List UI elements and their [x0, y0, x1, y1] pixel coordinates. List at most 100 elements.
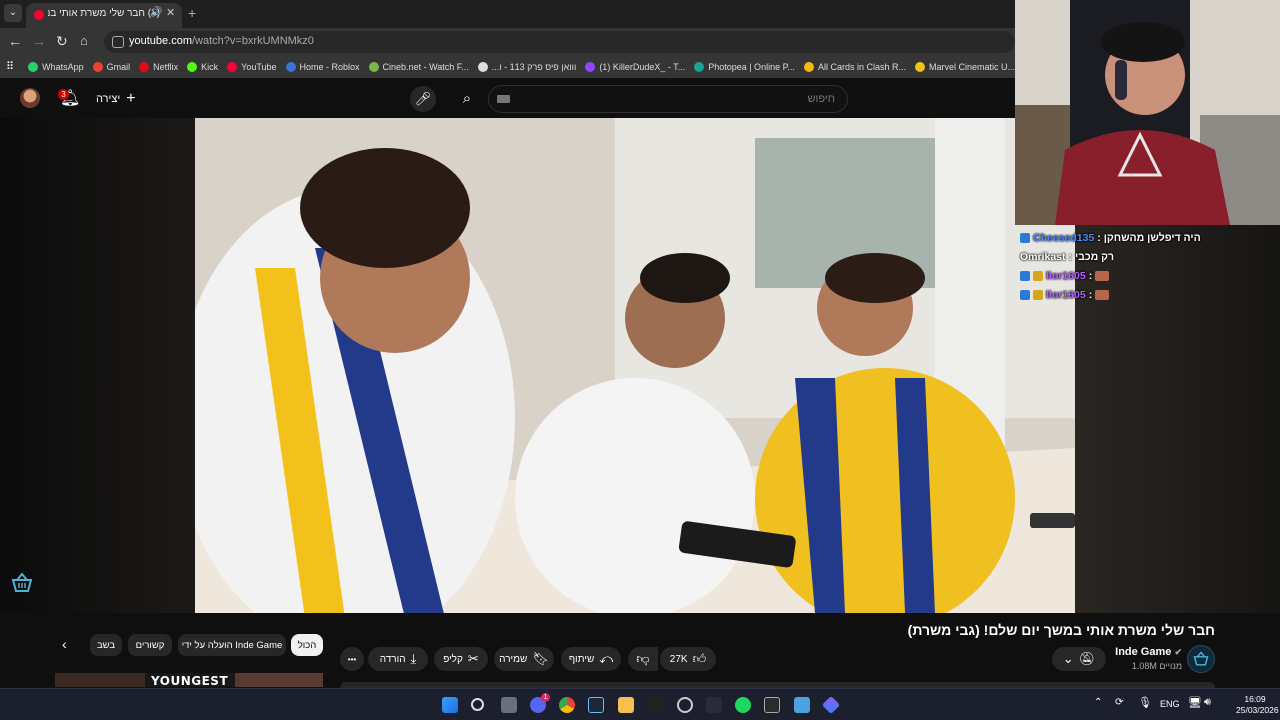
volume-icon[interactable]: 🔊︎ — [1204, 696, 1211, 709]
search-icon[interactable]: ⌕ — [452, 86, 482, 112]
bookmark-item[interactable]: (1) KillerDudeX_ - T... — [585, 62, 685, 72]
bookmark-item[interactable]: Cineb.net - Watch F... — [368, 62, 469, 72]
tab-title: (3) חבר שלי משרת אותי בנ — [48, 8, 160, 19]
bookmark-favicon-icon — [914, 62, 925, 72]
bookmark-favicon-icon — [227, 62, 238, 72]
discord-badge: 1 — [541, 693, 550, 702]
create-button[interactable]: יצירה + — [96, 90, 136, 108]
chip-watched[interactable]: בשב — [90, 634, 122, 656]
obs-icon[interactable] — [677, 697, 693, 713]
video-player[interactable] — [195, 118, 1075, 613]
browser-tab-active[interactable]: (3) חבר שלי משרת אותי בנ 🔊 ✕ — [26, 3, 182, 28]
bookmark-favicon-icon — [477, 62, 488, 72]
new-tab-icon[interactable]: + — [188, 5, 196, 21]
voice-search-mic-icon[interactable]: 🎤︎ — [410, 86, 436, 112]
bookmark-favicon-icon — [694, 62, 705, 72]
epic-games-icon[interactable] — [764, 697, 780, 713]
bookmark-label: (1) KillerDudeX_ - T... — [599, 62, 686, 72]
channel-name-text: Inde Game — [1115, 646, 1172, 658]
bookmark-item[interactable]: Kick — [187, 62, 218, 72]
bookmark-label: Photopea | Online P... — [708, 62, 795, 72]
dislike-button[interactable]: 👎︎ — [628, 647, 658, 671]
share-button[interactable]: שיתוף ⤺ — [561, 647, 621, 671]
bookmark-item[interactable]: Gmail — [92, 62, 130, 72]
url-text: youtube.com/watch?v=bxrkUMNMkz0 — [129, 35, 314, 47]
app-icon[interactable] — [821, 695, 841, 715]
system-clock[interactable]: 16:09 25/03/2026 — [1236, 694, 1279, 716]
subscribed-button[interactable]: ⌄ 🔕︎ — [1052, 647, 1106, 671]
speaker-icon[interactable]: 🔊 — [150, 7, 162, 18]
chat-username: Omrikast — [1020, 250, 1066, 263]
subscriber-count: 1.08M מנויים — [1131, 661, 1182, 671]
chip-all[interactable]: הכול — [291, 634, 323, 656]
bookmark-favicon-icon — [28, 62, 39, 72]
chat-text: רק מכבי : — [1068, 250, 1115, 263]
clip-button[interactable]: קליפ ✂ — [434, 647, 488, 671]
bookmark-item[interactable]: WhatsApp — [28, 62, 84, 72]
address-bar[interactable]: youtube.com/watch?v=bxrkUMNMkz0 — [104, 31, 1015, 53]
tray-app-icon[interactable]: ⟳ — [1115, 697, 1123, 708]
chip-related[interactable]: קשורים — [128, 634, 172, 656]
back-arrow-icon[interactable]: ← — [8, 33, 22, 49]
bookmark-item[interactable]: Netflix — [139, 62, 178, 72]
bookmark-favicon-icon — [368, 62, 379, 72]
browser-tab-strip: ⌄ (3) חבר שלי משרת אותי בנ 🔊 ✕ + — [0, 0, 1015, 28]
channel-avatar[interactable] — [1187, 645, 1215, 673]
chip-uploaded-by[interactable]: הועלה על ידי Inde Game — [178, 634, 286, 656]
bookmark-item[interactable]: ...ווואן פיס פרק 113 - ו — [477, 62, 577, 72]
chat-emote-icon — [1095, 289, 1110, 300]
chat-message: היה דיפלשן מהשחקן : Cheesed135 — [1020, 228, 1220, 247]
language-indicator[interactable]: ENG — [1160, 699, 1180, 709]
home-icon[interactable]: ⌂ — [80, 33, 88, 48]
youtube-favicon-icon — [34, 10, 44, 20]
file-explorer-icon[interactable] — [618, 697, 634, 713]
chevron-left-icon[interactable]: ‹ — [62, 636, 67, 652]
apps-grid-icon[interactable]: ⠿ — [6, 61, 14, 73]
verified-icon: ✔ — [1174, 647, 1182, 657]
chrome-icon[interactable] — [559, 697, 575, 713]
tab-close-icon[interactable]: ✕ — [166, 6, 175, 19]
bookmark-item[interactable]: All Cards in Clash R... — [803, 62, 906, 72]
tab-search-button[interactable]: ⌄ — [4, 4, 22, 22]
windows-start-icon[interactable] — [442, 697, 458, 713]
bookmark-item[interactable]: Home - Roblox — [285, 62, 360, 72]
task-view-icon[interactable] — [501, 697, 517, 713]
like-count: 27K — [669, 653, 688, 665]
bookmark-label: Home - Roblox — [299, 62, 360, 72]
clip-label: קליפ — [443, 653, 463, 665]
bookmark-favicon-icon — [92, 62, 103, 72]
download-button[interactable]: הורדה ⤓ — [368, 647, 428, 671]
avatar[interactable] — [20, 88, 40, 108]
reload-icon[interactable]: ↻ — [56, 33, 68, 50]
taskbar-search-icon[interactable] — [471, 698, 484, 711]
bookmark-item[interactable]: Photopea | Online P... — [694, 62, 795, 72]
capcut-icon[interactable] — [647, 697, 663, 713]
chat-username: lior1605 — [1046, 269, 1086, 282]
bookmark-favicon-icon — [139, 62, 150, 72]
related-video-thumbnail[interactable]: YOUNGEST — [55, 673, 323, 687]
save-button[interactable]: שמירה 🔖︎ — [494, 647, 554, 671]
network-icon[interactable]: 🖥︎ — [1188, 696, 1202, 709]
more-actions-button[interactable]: ••• — [340, 647, 364, 671]
bookmark-item[interactable]: YouTube — [227, 62, 277, 72]
channel-name[interactable]: Inde Game ✔ — [1105, 646, 1182, 658]
notification-count-badge: 3 — [58, 89, 69, 100]
microphone-icon[interactable]: 🎙︎ — [1138, 696, 1152, 709]
more-icon: ••• — [347, 654, 357, 664]
site-info-icon[interactable] — [112, 36, 124, 48]
tray-chevron-up-icon[interactable]: ⌃ — [1094, 697, 1102, 708]
bookmark-label: ...ווואן פיס פרק 113 - ו — [491, 62, 577, 72]
search-input[interactable] — [488, 85, 848, 113]
like-button[interactable]: 27K 👍︎ — [660, 647, 716, 671]
notepad-icon[interactable] — [794, 697, 810, 713]
bookmark-label: YouTube — [241, 62, 277, 72]
steam-icon[interactable] — [588, 697, 604, 713]
spotify-icon[interactable] — [735, 697, 751, 713]
chat-text: : — [1088, 288, 1093, 301]
ambient-left — [0, 118, 195, 613]
bookmark-item[interactable]: Marvel Cinematic U... — [914, 62, 1015, 72]
forward-arrow-icon[interactable]: → — [32, 33, 46, 49]
share-label: שיתוף — [568, 653, 595, 665]
keyboard-icon[interactable] — [497, 95, 510, 103]
app-icon[interactable] — [706, 697, 722, 713]
